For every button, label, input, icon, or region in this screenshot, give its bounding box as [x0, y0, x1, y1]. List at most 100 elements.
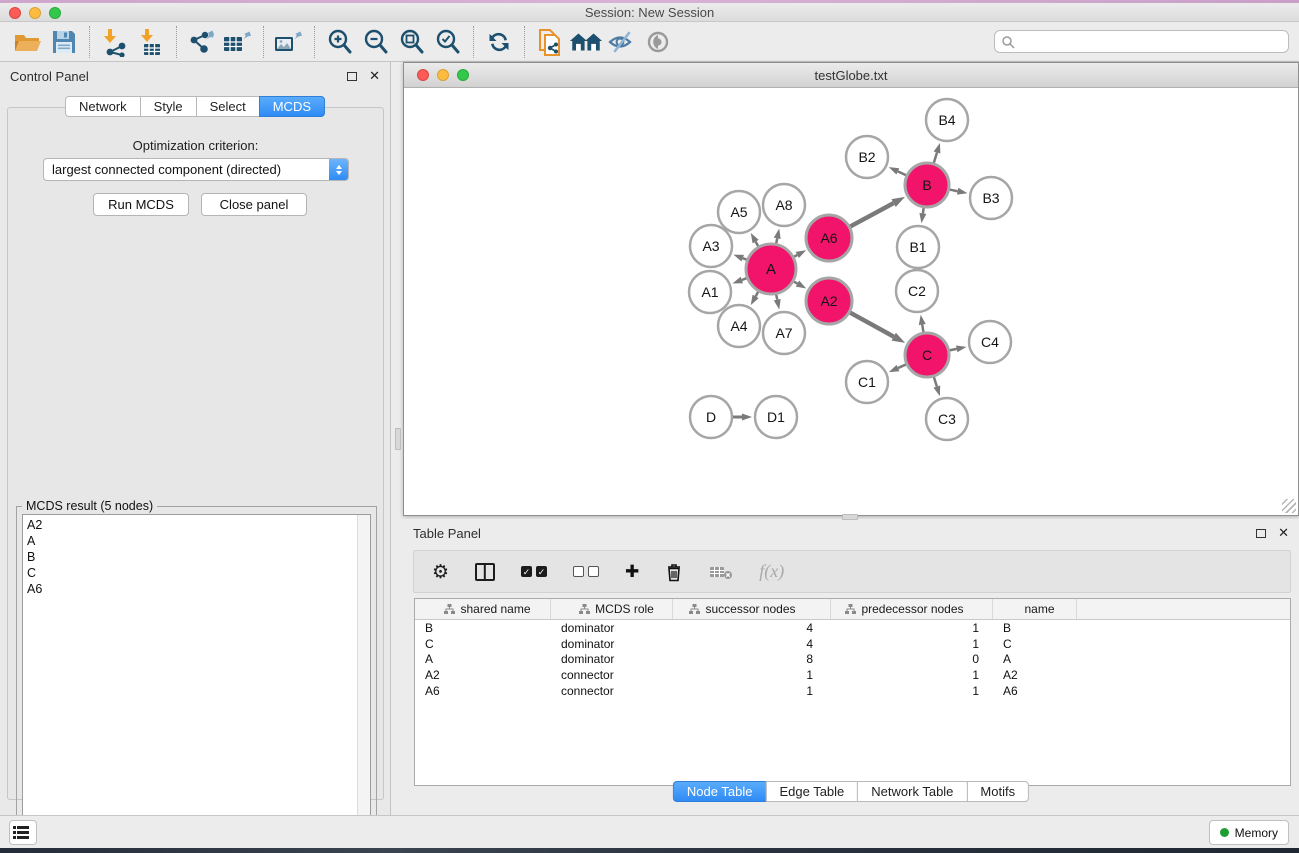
graph-node-C4[interactable]: C4: [969, 321, 1011, 363]
graph-node-A2[interactable]: A2: [806, 278, 852, 324]
refresh-icon[interactable]: [481, 25, 517, 59]
export-image-icon[interactable]: [271, 25, 307, 59]
close-panel-icon[interactable]: ✕: [369, 71, 380, 81]
svg-text:B3: B3: [982, 190, 999, 206]
graph-node-A5[interactable]: A5: [718, 191, 760, 233]
zoom-fit-icon[interactable]: [394, 25, 430, 59]
save-session-icon[interactable]: [46, 25, 82, 59]
unselect-all-columns-icon[interactable]: [573, 566, 599, 577]
run-mcds-button[interactable]: Run MCDS: [93, 193, 189, 216]
graph-node-B[interactable]: B: [905, 163, 949, 207]
svg-text:B2: B2: [858, 149, 875, 165]
list-icon: [17, 826, 29, 839]
close-window-button[interactable]: [417, 69, 429, 81]
duplicate-network-icon[interactable]: [532, 25, 568, 59]
graph-node-C2[interactable]: C2: [896, 270, 938, 312]
column-header-successor-nodes[interactable]: successor nodes: [673, 599, 831, 619]
zoom-out-icon[interactable]: [358, 25, 394, 59]
zoom-selected-icon[interactable]: [430, 25, 466, 59]
show-columns-icon[interactable]: [475, 563, 495, 581]
graph-node-A3[interactable]: A3: [690, 225, 732, 267]
table-row[interactable]: A2connector11A2: [415, 667, 1290, 683]
graph-node-B3[interactable]: B3: [970, 177, 1012, 219]
float-panel-icon[interactable]: [347, 72, 357, 81]
zoom-in-icon[interactable]: [322, 25, 358, 59]
minimize-window-button[interactable]: [437, 69, 449, 81]
resize-grip-icon[interactable]: [1282, 499, 1296, 513]
tab-style[interactable]: Style: [140, 96, 197, 117]
show-panels-button[interactable]: [9, 820, 37, 845]
column-header-mcds-role[interactable]: MCDS role: [551, 599, 673, 619]
tab-network[interactable]: Network: [65, 96, 141, 117]
tab-select[interactable]: Select: [196, 96, 260, 117]
column-header-shared-name[interactable]: shared name: [415, 599, 551, 619]
graph-node-D[interactable]: D: [690, 396, 732, 438]
graph-node-A[interactable]: A: [746, 244, 796, 294]
table-settings-icon[interactable]: ⚙: [432, 561, 449, 583]
column-header-name[interactable]: name: [993, 599, 1077, 619]
graph-node-D1[interactable]: D1: [755, 396, 797, 438]
tab-mcds[interactable]: MCDS: [259, 96, 325, 117]
table-tabs: Node Table Edge Table Network Table Moti…: [673, 781, 1029, 802]
tab-edge-table[interactable]: Edge Table: [765, 781, 858, 802]
graphics-details-icon[interactable]: [640, 25, 676, 59]
tab-network-table[interactable]: Network Table: [857, 781, 967, 802]
tab-node-table[interactable]: Node Table: [673, 781, 767, 802]
list-item[interactable]: A6: [27, 581, 357, 597]
network-canvas[interactable]: B4 B2 B B3 B1 A5A8A6 A3 A A1 A2 C2 A4A7 C4 C C1 C3 D D1: [404, 88, 1298, 515]
list-item[interactable]: A2: [27, 517, 357, 533]
network-graph[interactable]: B4 B2 B B3 B1 A5A8A6 A3 A A1 A2 C2 A4A7 C4 C C1 C3 D D1: [404, 88, 1298, 515]
search-input[interactable]: [1015, 33, 1288, 51]
graph-node-B4[interactable]: B4: [926, 99, 968, 141]
minimize-window-button[interactable]: [29, 7, 41, 19]
table-row[interactable]: A6connector11A6: [415, 683, 1290, 699]
graph-node-A7[interactable]: A7: [763, 312, 805, 354]
criterion-dropdown[interactable]: largest connected component (directed): [43, 158, 349, 181]
graph-node-A8[interactable]: A8: [763, 184, 805, 226]
import-network-icon[interactable]: [97, 25, 133, 59]
delete-column-icon[interactable]: [665, 562, 683, 582]
export-network-icon[interactable]: [184, 25, 220, 59]
graph-node-C3[interactable]: C3: [926, 398, 968, 440]
import-table-icon[interactable]: [133, 25, 169, 59]
graph-node-C1[interactable]: C1: [846, 361, 888, 403]
home-icon[interactable]: [568, 25, 604, 59]
list-item[interactable]: B: [27, 549, 357, 565]
zoom-window-button[interactable]: [457, 69, 469, 81]
graph-node-A6[interactable]: A6: [806, 215, 852, 261]
node-table[interactable]: shared name MCDS role successor nodes pr…: [414, 598, 1291, 786]
hide-annotations-icon[interactable]: [604, 25, 640, 59]
table-row[interactable]: Cdominator41C: [415, 636, 1290, 652]
close-panel-button[interactable]: Close panel: [201, 193, 307, 216]
table-row[interactable]: Bdominator41B: [415, 620, 1290, 636]
column-header-predecessor-nodes[interactable]: predecessor nodes: [831, 599, 993, 619]
graph-node-A1[interactable]: A1: [689, 271, 731, 313]
vertical-splitter-handle[interactable]: [395, 428, 401, 450]
create-column-icon[interactable]: ✚: [625, 562, 639, 582]
delete-table-icon[interactable]: [709, 564, 733, 580]
float-panel-icon[interactable]: [1256, 529, 1266, 538]
graph-node-A4[interactable]: A4: [718, 305, 760, 347]
list-item[interactable]: C: [27, 565, 357, 581]
network-window-title: testGlobe.txt: [404, 68, 1298, 83]
horizontal-splitter-handle[interactable]: [842, 514, 858, 520]
function-builder-icon[interactable]: f(x): [759, 561, 784, 582]
desktop-wallpaper-bottom: [0, 848, 1299, 853]
close-panel-icon[interactable]: ✕: [1278, 528, 1289, 538]
tab-motifs[interactable]: Motifs: [966, 781, 1029, 802]
select-all-columns-icon[interactable]: ✓ ✓: [521, 566, 547, 577]
zoom-window-button[interactable]: [49, 7, 61, 19]
network-window-titlebar[interactable]: testGlobe.txt: [404, 63, 1298, 88]
search-box[interactable]: [994, 30, 1289, 53]
export-table-icon[interactable]: [220, 25, 256, 59]
list-item[interactable]: A: [27, 533, 357, 549]
mcds-result-list[interactable]: A2 A B C A6: [22, 514, 371, 836]
scrollbar[interactable]: [357, 515, 370, 835]
graph-node-B1[interactable]: B1: [897, 226, 939, 268]
graph-node-B2[interactable]: B2: [846, 136, 888, 178]
graph-node-C[interactable]: C: [905, 333, 949, 377]
table-row[interactable]: Adominator80A: [415, 652, 1290, 668]
close-window-button[interactable]: [9, 7, 21, 19]
memory-button[interactable]: Memory: [1209, 820, 1289, 845]
open-file-icon[interactable]: [10, 25, 46, 59]
